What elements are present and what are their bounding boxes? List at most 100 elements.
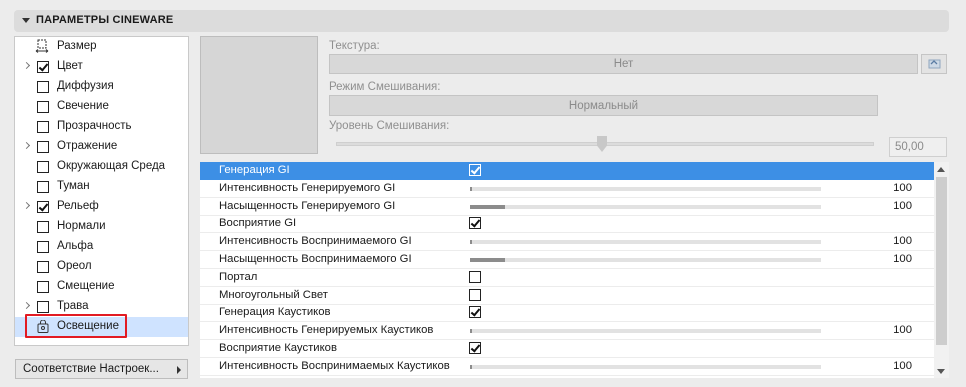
blend-mode-dropdown[interactable]: Нормальный	[329, 95, 878, 116]
parameter-slider[interactable]	[470, 329, 821, 334]
parameters-table: Генерация GI Интенсивность Генерируемого …	[200, 162, 934, 378]
material-preview	[200, 36, 318, 154]
table-scrollbar[interactable]	[934, 162, 949, 378]
parameter-name: Генерация GI	[219, 164, 290, 176]
table-row[interactable]: Генерация Каустиков	[200, 304, 934, 323]
sidebar-item-checkbox[interactable]	[37, 241, 49, 253]
cineware-settings-header[interactable]: ПАРАМЕТРЫ CINEWARE	[14, 10, 949, 32]
parameter-checkbox[interactable]	[469, 217, 481, 230]
sidebar-item[interactable]: Цвет	[15, 57, 188, 77]
parameter-name: Насыщенность Генерируемого GI	[219, 199, 396, 212]
match-settings-button[interactable]: Соответствие Настроек...	[15, 359, 188, 379]
scroll-up-icon[interactable]	[937, 167, 945, 172]
sidebar-item-checkbox[interactable]	[37, 281, 49, 293]
parameter-checkbox[interactable]	[469, 164, 481, 176]
chevron-right-icon[interactable]	[22, 141, 31, 150]
sidebar-item-checkbox[interactable]	[37, 61, 49, 73]
sidebar-item[interactable]: Нормали	[15, 217, 188, 237]
table-row[interactable]: Генерация GI	[200, 162, 934, 180]
sidebar-item-label: Размер	[57, 40, 97, 52]
blend-level-value[interactable]: 50,00	[889, 137, 947, 157]
sidebar-item-label: Ореол	[57, 260, 92, 272]
sidebar-item[interactable]: Ореол	[15, 257, 188, 277]
scroll-down-icon[interactable]	[937, 369, 945, 374]
chevron-right-icon[interactable]	[22, 301, 31, 310]
chevron-right-icon[interactable]	[22, 61, 31, 70]
table-row[interactable]: Интенсивность Воспринимаемых Каустиков 10…	[200, 358, 934, 376]
sidebar-item-label: Прозрачность	[57, 120, 132, 132]
table-row[interactable]: Восприятие Каустиков	[200, 340, 934, 358]
sidebar-item[interactable]: Окружающая Среда	[15, 157, 188, 177]
parameter-slider-fill	[470, 240, 472, 245]
table-row[interactable]: Многоугольный Свет	[200, 287, 934, 305]
sidebar-item-checkbox[interactable]	[37, 261, 49, 273]
folder-icon	[928, 59, 941, 69]
parameter-slider-fill	[470, 204, 505, 209]
sidebar-item-checkbox[interactable]	[37, 81, 49, 93]
sidebar-item[interactable]: Прозрачность	[15, 117, 188, 137]
highlight-box	[25, 314, 127, 338]
sidebar-item-label: Диффузия	[57, 80, 114, 92]
texture-browse-button[interactable]	[921, 54, 947, 74]
parameter-slider[interactable]	[470, 258, 821, 262]
table-row[interactable]: Интенсивность Генерируемого GI 100	[200, 180, 934, 198]
parameter-name: Интенсивность Воспринимаемого GI	[219, 235, 412, 248]
sidebar-item[interactable]: Туман	[15, 177, 188, 197]
sidebar-item-label: Отражение	[57, 140, 118, 152]
parameter-value[interactable]: 100	[893, 253, 912, 265]
parameter-slider-fill	[470, 258, 505, 262]
sidebar-item-label: Смещение	[57, 280, 115, 292]
panel-title: ПАРАМЕТРЫ CINEWARE	[36, 14, 174, 26]
texture-field[interactable]: Нет	[329, 54, 918, 74]
parameter-value[interactable]: 100	[893, 182, 912, 194]
scroll-thumb[interactable]	[936, 177, 947, 345]
parameter-slider[interactable]	[470, 204, 821, 209]
sidebar-item[interactable]: Рельеф	[15, 197, 188, 217]
parameter-value[interactable]: 100	[893, 235, 912, 247]
chevron-right-icon[interactable]	[22, 201, 31, 210]
sidebar-item-checkbox[interactable]	[37, 121, 49, 133]
sidebar-item-label: Свечение	[57, 100, 109, 112]
table-row[interactable]: Интенсивность Генерируемых Каустиков 100	[200, 322, 934, 341]
sidebar-item-checkbox[interactable]	[37, 221, 49, 233]
table-row[interactable]: Насыщенность Воспринимаемого GI 100	[200, 251, 934, 269]
sidebar-item-label: Нормали	[57, 220, 106, 232]
sidebar-item[interactable]: Отражение	[15, 137, 188, 157]
blend-level-thumb[interactable]	[597, 136, 607, 152]
sidebar-item-checkbox[interactable]	[37, 201, 49, 213]
sidebar-item-checkbox[interactable]	[37, 101, 49, 113]
blend-mode-label: Режим Смешивания:	[329, 81, 441, 93]
parameter-slider-fill	[470, 186, 472, 191]
parameter-name: Портал	[219, 270, 258, 283]
table-row[interactable]: Интенсивность Воспринимаемого GI 100	[200, 233, 934, 252]
parameter-name: Генерация Каустиков	[219, 306, 331, 319]
parameter-value[interactable]: 100	[893, 360, 912, 372]
parameter-checkbox[interactable]	[469, 342, 481, 354]
texture-label: Текстура:	[329, 40, 380, 52]
sidebar-item-checkbox[interactable]	[37, 161, 49, 173]
chevron-right-icon	[177, 366, 181, 374]
parameter-slider[interactable]	[470, 364, 821, 369]
channel-list: Размер Цвет Диффузия Свечение Прозрачность От…	[14, 36, 189, 346]
sidebar-item-checkbox[interactable]	[37, 141, 49, 153]
parameter-slider[interactable]	[470, 186, 821, 191]
sidebar-item[interactable]: Диффузия	[15, 77, 188, 97]
sidebar-item-checkbox[interactable]	[37, 181, 49, 193]
parameter-checkbox[interactable]	[469, 288, 481, 301]
sidebar-item[interactable]: Свечение	[15, 97, 188, 117]
parameter-value[interactable]: 100	[893, 324, 912, 336]
sidebar-item[interactable]: Размер	[15, 37, 188, 57]
parameter-value[interactable]: 100	[893, 200, 912, 212]
table-row[interactable]: Портал	[200, 269, 934, 287]
table-row[interactable]: Насыщенность Генерируемого GI 100	[200, 198, 934, 216]
size-icon	[35, 39, 49, 53]
sidebar-item[interactable]: Альфа	[15, 237, 188, 257]
sidebar-item-checkbox[interactable]	[37, 301, 49, 313]
collapse-triangle-icon[interactable]	[22, 18, 30, 23]
sidebar-item[interactable]: Смещение	[15, 277, 188, 297]
parameter-checkbox[interactable]	[469, 306, 481, 319]
parameter-slider[interactable]	[470, 240, 821, 245]
table-row[interactable]: Восприятие GI	[200, 215, 934, 234]
parameter-checkbox[interactable]	[469, 270, 481, 283]
parameter-slider-fill	[470, 329, 472, 334]
